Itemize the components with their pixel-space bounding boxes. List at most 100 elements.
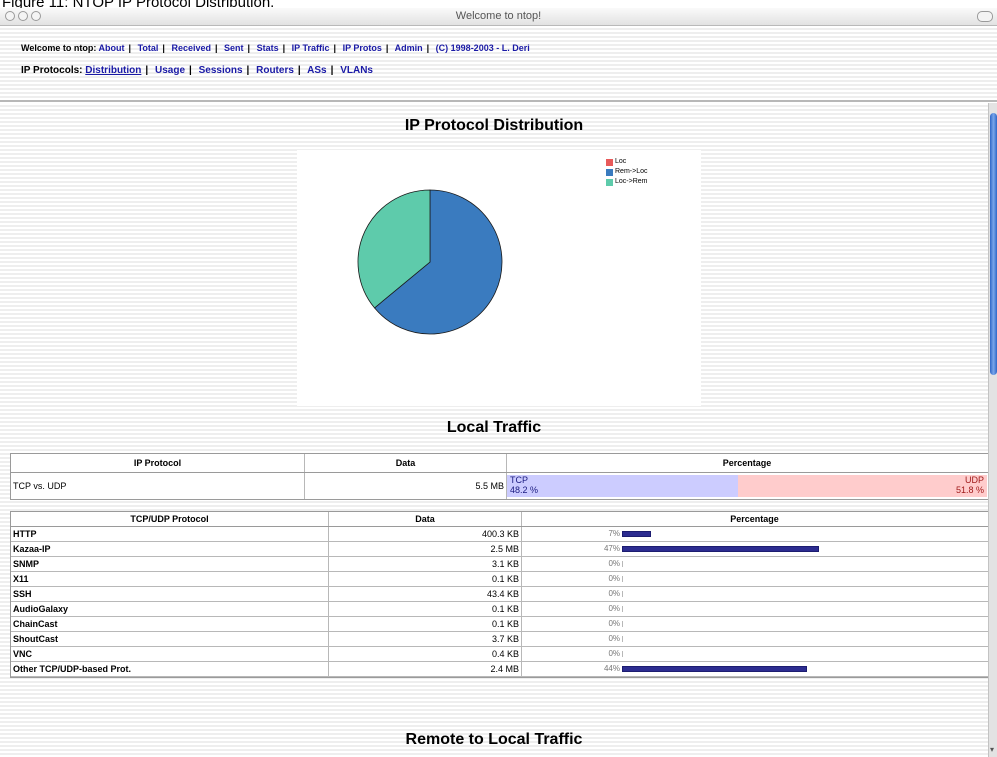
percentage-cell: 0%	[522, 617, 987, 631]
column-header: Percentage	[730, 514, 779, 524]
percentage-bar	[622, 531, 651, 537]
nav-separator: |	[247, 43, 251, 53]
protocol-name-cell: ChainCast	[11, 617, 329, 631]
column-header: TCP/UDP Protocol	[11, 512, 329, 526]
nav-separator: |	[145, 65, 149, 76]
percentage-cell: 44%	[522, 662, 987, 676]
copyright-link[interactable]: (C) 1998-2003 - L. Deri	[436, 43, 530, 53]
percentage-label: 0%	[608, 574, 620, 583]
table-row: Kazaa-IP 2.5 MB 47%	[11, 542, 989, 557]
scroll-down-arrow-icon[interactable]: ▾	[990, 745, 994, 754]
percentage-cell: 0%	[522, 557, 987, 571]
percentage-cell: TCP 48.2 % UDP 51.8 %	[507, 473, 987, 499]
nav-link-total[interactable]: Total	[138, 43, 159, 53]
subnav-link-usage[interactable]: Usage	[155, 65, 185, 76]
page-content: IP Protocol Distribution Loc Rem->Loc Lo…	[0, 103, 990, 757]
nav-link-about[interactable]: About	[99, 43, 125, 53]
nav-separator: |	[189, 65, 192, 76]
legend-item: Loc	[606, 157, 647, 167]
nav-separator: |	[246, 65, 250, 76]
nav-separator: |	[333, 43, 337, 53]
window-titlebar: Welcome to ntop!	[0, 8, 997, 26]
tcp-share-bar: TCP 48.2 %	[507, 475, 739, 497]
nav-link-admin[interactable]: Admin	[395, 43, 423, 53]
subnav-link-sessions[interactable]: Sessions	[199, 65, 243, 76]
data-cell: 0.1 KB	[329, 572, 522, 586]
data-cell: 0.4 KB	[329, 647, 522, 661]
table-row: SSH 43.4 KB 0%	[11, 587, 989, 602]
legend-item: Rem->Loc	[606, 167, 647, 177]
scrollbar-thumb[interactable]	[990, 113, 997, 375]
column-header: Data	[305, 454, 507, 472]
percentage-bar	[622, 546, 819, 552]
table-row: X11 0.1 KB 0%	[11, 572, 989, 587]
protocol-pie-chart: Loc Rem->Loc Loc->Rem	[297, 150, 701, 406]
nav-link-ip-protos[interactable]: IP Protos	[343, 43, 382, 53]
protocols-label: IP Protocols:	[21, 65, 83, 76]
toolbar-toggle-icon[interactable]	[977, 11, 993, 22]
percentage-label: 0%	[608, 559, 620, 568]
nav-link-received[interactable]: Received	[171, 43, 211, 53]
nav-separator: |	[330, 65, 334, 76]
protocol-name-cell: ShoutCast	[11, 632, 329, 646]
table-row: TCP vs. UDP 5.5 MB TCP 48.2 % UDP 51.8 %	[11, 473, 989, 499]
nav-separator: |	[297, 65, 301, 76]
nav-separator: |	[162, 43, 165, 53]
percentage-label: 0%	[608, 604, 620, 613]
data-cell: 0.1 KB	[329, 617, 522, 631]
percentage-bar	[622, 666, 807, 672]
nav-prefix: Welcome to ntop:	[21, 43, 97, 53]
section-title-remote-local: Remote to Local Traffic	[405, 731, 583, 748]
nav-separator: |	[282, 43, 286, 53]
legend-item: Loc->Rem	[606, 177, 647, 187]
vertical-scrollbar[interactable]: ▾	[988, 103, 997, 757]
subnav-link-routers[interactable]: Routers	[256, 65, 294, 76]
protocol-name-cell: HTTP	[11, 527, 329, 541]
protocol-name-cell: SNMP	[11, 557, 329, 571]
percentage-bar	[622, 561, 623, 567]
legend-swatch	[606, 168, 613, 176]
protocol-name-cell: Kazaa-IP	[11, 542, 329, 556]
subnav-link-ass[interactable]: ASs	[307, 65, 326, 76]
percentage-label: 0%	[608, 634, 620, 643]
percentage-label: 0%	[608, 589, 620, 598]
percentage-bar	[622, 621, 623, 627]
percentage-label: 47%	[603, 544, 620, 553]
percentage-cell: 0%	[522, 632, 987, 646]
percentage-label: 0%	[608, 649, 620, 658]
nav-link-ip-traffic[interactable]: IP Traffic	[292, 43, 330, 53]
udp-percentage: 51.8 %	[955, 485, 984, 495]
percentage-cell: 0%	[522, 587, 987, 601]
column-header: IP Protocol	[11, 454, 305, 472]
subnav-link-vlans[interactable]: VLANs	[340, 65, 373, 76]
udp-label: UDP	[964, 475, 984, 485]
percentage-label: 44%	[603, 664, 620, 673]
protocol-name-cell: Other TCP/UDP-based Prot.	[11, 662, 329, 676]
nav-separator: |	[214, 43, 218, 53]
percentage-cell: 0%	[522, 572, 987, 586]
data-cell: 3.1 KB	[329, 557, 522, 571]
table-row: ChainCast 0.1 KB 0%	[11, 617, 989, 632]
legend-label: Loc	[615, 158, 627, 165]
table-row: AudioGalaxy 0.1 KB 0%	[11, 602, 989, 617]
percentage-cell: 0%	[522, 647, 987, 661]
nav-separator: |	[128, 43, 132, 53]
protocol-name-cell: AudioGalaxy	[11, 602, 329, 616]
data-cell: 2.4 MB	[329, 662, 522, 676]
legend-swatch	[606, 178, 613, 186]
tcp-udp-table: IP Protocol Data Percentage TCP vs. UDP …	[10, 453, 990, 500]
section-title-local-traffic: Local Traffic	[446, 419, 542, 436]
nav-link-sent[interactable]: Sent	[224, 43, 244, 53]
pie-svg	[357, 189, 503, 335]
page-title: IP Protocol Distribution	[404, 117, 584, 134]
udp-share-bar: UDP 51.8 %	[738, 475, 987, 497]
table-row: VNC 0.4 KB 0%	[11, 647, 989, 662]
table-header-row: TCP/UDP Protocol Data Percentage	[11, 512, 989, 527]
subnav-link-distribution[interactable]: Distribution	[85, 65, 141, 76]
percentage-bar	[622, 576, 623, 582]
nav-link-stats[interactable]: Stats	[257, 43, 279, 53]
percentage-label: 7%	[608, 529, 620, 538]
protocol-subnav: IP Protocols: Distribution | Usage | Sessi…	[21, 65, 373, 76]
percentage-bar	[622, 636, 623, 642]
protocol-name-cell: SSH	[11, 587, 329, 601]
